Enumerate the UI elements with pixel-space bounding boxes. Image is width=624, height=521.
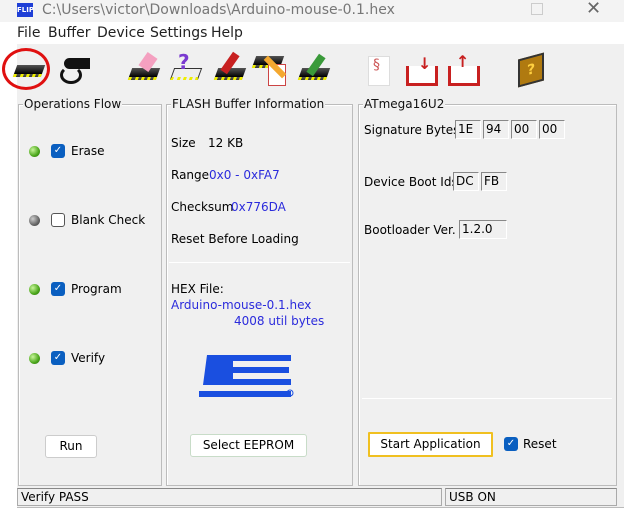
reset-checkbox[interactable]: ✓ xyxy=(504,437,518,451)
open-buffer-button[interactable]: ↓ xyxy=(404,52,440,88)
blank-check-button[interactable]: ? xyxy=(168,50,204,88)
boot-id-1: DC xyxy=(453,172,479,191)
size-value: 12 KB xyxy=(208,136,244,150)
checksum-label: Checksum xyxy=(171,200,234,214)
run-button[interactable]: Run xyxy=(45,435,97,458)
range-label: Range xyxy=(171,168,210,182)
menu-file[interactable]: File xyxy=(17,25,40,41)
maximize-button[interactable] xyxy=(531,3,543,15)
chip-icon xyxy=(12,65,46,77)
start-application-button[interactable]: Start Application xyxy=(368,432,493,457)
hex-file-label: HEX File: xyxy=(171,282,224,296)
erase-label: Erase xyxy=(71,144,105,158)
read-button[interactable] xyxy=(296,52,332,88)
device-group: ATmega16U2 xyxy=(358,97,617,486)
blank-check-checkbox[interactable] xyxy=(51,213,65,227)
hex-file-bytes: 4008 util bytes xyxy=(234,314,325,328)
status-message: Verify PASS xyxy=(17,488,442,506)
program-label: Program xyxy=(71,282,122,296)
help-button[interactable]: ? xyxy=(514,52,550,88)
boot-id-2: FB xyxy=(481,172,507,191)
help-book-icon: ? xyxy=(518,52,544,88)
erase-icon xyxy=(127,68,161,80)
signature-byte-3: 00 xyxy=(511,120,537,139)
usb-status: USB ON xyxy=(445,488,617,506)
signature-byte-1: 1E xyxy=(455,120,481,139)
atmel-logo xyxy=(199,353,295,399)
verify-checkbox[interactable]: ✓ xyxy=(51,351,65,365)
signature-byte-4: 00 xyxy=(539,120,565,139)
divider xyxy=(362,398,612,399)
divider xyxy=(169,262,350,263)
program-checkbox[interactable]: ✓ xyxy=(51,282,65,296)
size-label: Size xyxy=(171,136,196,150)
blank-check-label: Blank Check xyxy=(71,213,146,227)
usb-communication-button[interactable] xyxy=(56,52,92,88)
program-button[interactable] xyxy=(212,51,248,88)
bootloader-version-label: Bootloader Ver. xyxy=(364,223,456,237)
hex-file-name: Arduino-mouse-0.1.hex xyxy=(171,298,312,312)
checksum-value: 0x776DA xyxy=(231,200,286,214)
range-value: 0x0 - 0xFA7 xyxy=(209,168,280,182)
erase-checkbox[interactable]: ✓ xyxy=(51,144,65,158)
device-boot-ids-label: Device Boot Ids xyxy=(364,175,458,189)
window-title: C:\Users\victor\Downloads\Arduino-mouse-… xyxy=(42,2,395,18)
program-status-led-icon xyxy=(29,284,40,295)
verify-status-led-icon xyxy=(29,353,40,364)
save-buffer-button[interactable]: ↑ xyxy=(446,52,482,88)
operations-flow-title: Operations Flow xyxy=(23,97,123,111)
verify-label: Verify xyxy=(71,351,106,365)
device-title: ATmega16U2 xyxy=(363,97,446,111)
hex-file-icon: § xyxy=(368,56,390,86)
verify-button[interactable] xyxy=(251,52,290,88)
signature-byte-2: 94 xyxy=(483,120,509,139)
select-eeprom-button[interactable]: Select EEPROM xyxy=(190,434,307,457)
bootloader-version-value: 1.2.0 xyxy=(459,220,507,239)
close-button[interactable]: ✕ xyxy=(586,0,601,19)
erase-button[interactable] xyxy=(126,52,162,88)
menu-settings[interactable]: Settings xyxy=(150,25,207,41)
erase-status-led-icon xyxy=(29,146,40,157)
flash-buffer-title: FLASH Buffer Information xyxy=(171,97,326,111)
blank-check-status-led-icon xyxy=(29,215,40,226)
app-icon: FLIP xyxy=(17,3,34,17)
menu-bar: File Buffer Device Settings Help xyxy=(17,22,624,44)
select-device-button[interactable] xyxy=(2,48,50,90)
reset-label: Reset xyxy=(523,437,557,451)
signature-bytes-label: Signature Bytes xyxy=(364,123,460,137)
menu-device[interactable]: Device xyxy=(97,25,145,41)
menu-buffer[interactable]: Buffer xyxy=(48,25,91,41)
menu-help[interactable]: Help xyxy=(211,25,243,41)
reset-before-loading-label: Reset Before Loading xyxy=(171,232,299,246)
load-hex-button[interactable]: § xyxy=(362,52,398,88)
